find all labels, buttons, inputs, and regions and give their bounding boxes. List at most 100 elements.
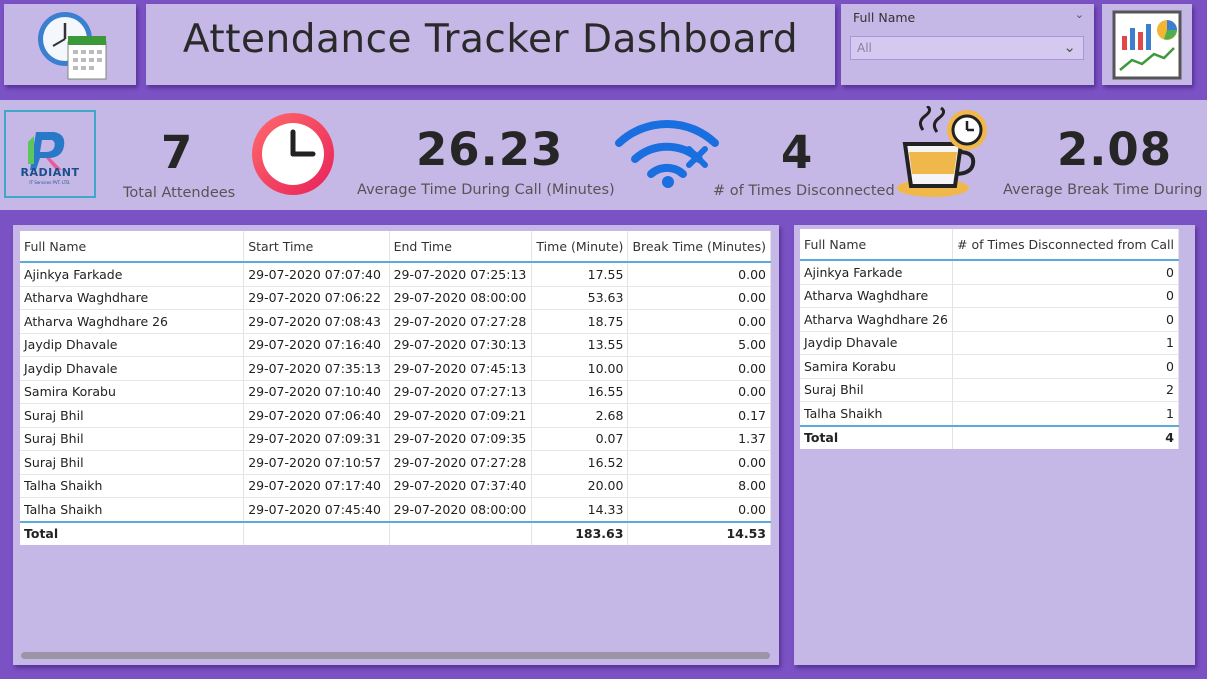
table-row[interactable]: Suraj Bhil 2 bbox=[800, 378, 1179, 402]
table-cell: Suraj Bhil bbox=[20, 427, 245, 451]
table-row[interactable]: Atharva Waghdhare 26 29-07-2020 07:08:43 2… bbox=[20, 309, 771, 334]
column-header-time-minute[interactable]: Time (Minute) bbox=[531, 231, 629, 263]
table-cell: Atharva Waghdhare 26 bbox=[800, 307, 954, 332]
table-cell: 0.00 bbox=[627, 380, 771, 404]
table-cell: 29-07-2020 07:16:40 bbox=[243, 333, 390, 357]
table-cell: Jaydip Dhavale bbox=[20, 356, 245, 381]
company-logo: RADIANT IT Services PVT. LTD. bbox=[4, 110, 96, 198]
total-cell: 4 bbox=[952, 424, 1179, 449]
slicer-label: Full Name bbox=[853, 10, 916, 25]
dropdown-value: All bbox=[857, 41, 872, 55]
column-header-start-time[interactable]: Start Time bbox=[243, 231, 390, 263]
clock-calendar-tile bbox=[4, 4, 136, 85]
table-cell: 0 bbox=[952, 284, 1179, 308]
page-title: Attendance Tracker Dashboard bbox=[182, 17, 799, 62]
table-cell: 29-07-2020 07:09:21 bbox=[389, 403, 533, 428]
total-cell bbox=[389, 520, 533, 545]
table-cell: 29-07-2020 07:27:28 bbox=[389, 450, 533, 475]
table-row[interactable]: Samira Korabu 29-07-2020 07:10:40 29-07-20… bbox=[20, 380, 771, 404]
total-attendees-label: Total Attendees bbox=[123, 185, 236, 201]
table-cell: Ajinkya Farkade bbox=[20, 262, 245, 287]
table-cell: 29-07-2020 07:27:28 bbox=[389, 309, 533, 334]
table-cell: 29-07-2020 07:07:40 bbox=[243, 262, 390, 287]
total-cell bbox=[243, 520, 390, 545]
table-cell: 29-07-2020 08:00:00 bbox=[389, 286, 533, 310]
horizontal-scrollbar[interactable] bbox=[21, 652, 770, 659]
total-row: Total 183.63 14.53 bbox=[20, 520, 771, 545]
table-row[interactable]: Suraj Bhil 29-07-2020 07:09:31 29-07-2020 … bbox=[20, 427, 771, 451]
full-name-slicer: Full Name ⌄ All ⌄ bbox=[841, 4, 1094, 85]
full-name-dropdown[interactable]: All ⌄ bbox=[850, 36, 1084, 60]
table-cell: Suraj Bhil bbox=[20, 403, 245, 428]
table-cell: 18.75 bbox=[531, 309, 629, 334]
column-header-break-time[interactable]: Break Time (Minutes) bbox=[627, 231, 771, 263]
column-header-times-disconnected[interactable]: # of Times Disconnected from Call bbox=[952, 229, 1179, 261]
table-cell: 29-07-2020 07:06:22 bbox=[243, 286, 390, 310]
table-row[interactable]: Jaydip Dhavale 29-07-2020 07:16:40 29-07-2… bbox=[20, 333, 771, 357]
table-cell: 29-07-2020 07:35:13 bbox=[243, 356, 390, 381]
table-cell: 5.00 bbox=[627, 333, 771, 357]
total-cell: 183.63 bbox=[531, 520, 629, 545]
table-cell: Atharva Waghdhare bbox=[20, 286, 245, 310]
table-row[interactable]: Suraj Bhil 29-07-2020 07:06:40 29-07-2020 … bbox=[20, 403, 771, 428]
table-cell: Talha Shaikh bbox=[20, 474, 245, 498]
table-cell: 29-07-2020 07:10:57 bbox=[243, 450, 390, 475]
table-cell: 1 bbox=[952, 401, 1179, 426]
table-row[interactable]: Ajinkya Farkade 0 bbox=[800, 260, 1179, 285]
table-cell: 0 bbox=[952, 354, 1179, 379]
table-row[interactable]: Atharva Waghdhare 0 bbox=[800, 284, 1179, 308]
table-cell: Samira Korabu bbox=[800, 354, 954, 379]
table-cell: 29-07-2020 07:09:31 bbox=[243, 427, 390, 451]
logo-subtext: IT Services PVT. LTD. bbox=[29, 180, 71, 185]
table-cell: 29-07-2020 07:45:40 bbox=[243, 497, 390, 522]
table-cell: Talha Shaikh bbox=[800, 401, 954, 426]
table-cell: 17.55 bbox=[531, 262, 629, 287]
column-header-end-time[interactable]: End Time bbox=[389, 231, 533, 263]
table-row[interactable]: Samira Korabu 0 bbox=[800, 354, 1179, 379]
attendance-table-body: Ajinkya Farkade 29-07-2020 07:07:40 29-07-… bbox=[20, 262, 771, 545]
avg-break-time-label: Average Break Time During ... bbox=[1003, 182, 1207, 198]
table-cell: 29-07-2020 07:09:35 bbox=[389, 427, 533, 451]
table-cell: Jaydip Dhavale bbox=[20, 333, 245, 357]
table-cell: Atharva Waghdhare 26 bbox=[20, 309, 245, 334]
table-cell: Suraj Bhil bbox=[800, 378, 954, 402]
table-row[interactable]: Ajinkya Farkade 29-07-2020 07:07:40 29-07-… bbox=[20, 262, 771, 287]
chart-icon-tile bbox=[1102, 4, 1192, 85]
table-cell: 0.07 bbox=[531, 427, 629, 451]
total-cell: 14.53 bbox=[627, 520, 771, 545]
total-cell: Total bbox=[800, 424, 954, 449]
column-header-full-name[interactable]: Full Name bbox=[20, 231, 245, 263]
table-row[interactable]: Talha Shaikh 29-07-2020 07:17:40 29-07-202… bbox=[20, 474, 771, 498]
table-cell: 20.00 bbox=[531, 474, 629, 498]
table-cell: 29-07-2020 07:10:40 bbox=[243, 380, 390, 404]
table-cell: 1.37 bbox=[627, 427, 771, 451]
table-cell: 0.00 bbox=[627, 356, 771, 381]
table-cell: 29-07-2020 07:08:43 bbox=[243, 309, 390, 334]
slicer-collapse-icon[interactable]: ⌄ bbox=[1075, 8, 1084, 21]
table-cell: 0.00 bbox=[627, 262, 771, 287]
table-row[interactable]: Talha Shaikh 1 bbox=[800, 401, 1179, 426]
table-row[interactable]: Jaydip Dhavale 29-07-2020 07:35:13 29-07-2… bbox=[20, 356, 771, 381]
table-row[interactable]: Atharva Waghdhare 29-07-2020 07:06:22 29-0… bbox=[20, 286, 771, 310]
attendance-table: Full Name Start Time End Time Time (Minu… bbox=[20, 231, 771, 545]
table-cell: 0.00 bbox=[627, 497, 771, 522]
table-row[interactable]: Suraj Bhil 29-07-2020 07:10:57 29-07-2020 … bbox=[20, 450, 771, 475]
table-cell: 0 bbox=[952, 307, 1179, 332]
table-row[interactable]: Talha Shaikh 29-07-2020 07:45:40 29-07-202… bbox=[20, 497, 771, 522]
table-cell: 2.68 bbox=[531, 403, 629, 428]
table-cell: 8.00 bbox=[627, 474, 771, 498]
table-row[interactable]: Atharva Waghdhare 26 0 bbox=[800, 307, 1179, 332]
table-cell: Jaydip Dhavale bbox=[800, 331, 954, 355]
logo-text: RADIANT bbox=[20, 166, 80, 179]
column-header-full-name[interactable]: Full Name bbox=[800, 229, 954, 261]
disconnection-table: Full Name # of Times Disconnected from C… bbox=[800, 229, 1179, 449]
table-cell: 29-07-2020 07:30:13 bbox=[389, 333, 533, 357]
chevron-down-icon[interactable]: ⌄ bbox=[1063, 38, 1076, 56]
table-cell: 29-07-2020 07:45:13 bbox=[389, 356, 533, 381]
table-cell: 0.17 bbox=[627, 403, 771, 428]
table-cell: 29-07-2020 07:27:13 bbox=[389, 380, 533, 404]
table-cell: Talha Shaikh bbox=[20, 497, 245, 522]
table-row[interactable]: Jaydip Dhavale 1 bbox=[800, 331, 1179, 355]
table-cell: Samira Korabu bbox=[20, 380, 245, 404]
table-cell: 53.63 bbox=[531, 286, 629, 310]
